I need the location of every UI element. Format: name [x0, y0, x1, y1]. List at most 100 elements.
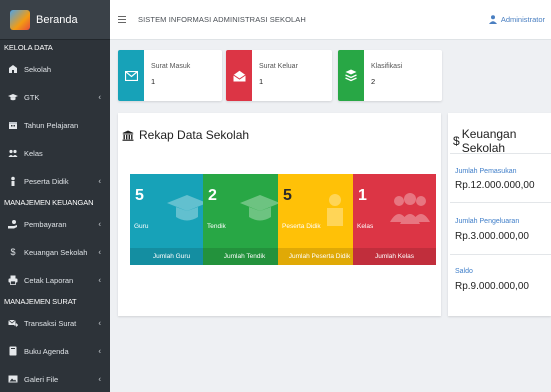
graduation-cap-icon — [167, 195, 207, 221]
card-value: 1 — [151, 77, 156, 86]
sidebar-item-label: Transaksi Surat — [24, 318, 77, 328]
student-icon — [11, 176, 15, 186]
book-icon — [9, 346, 17, 356]
mail-transaction-icon — [8, 319, 18, 327]
top-navbar: SISTEM INFORMASI ADMINISTRASI SEKOLAH Ad… — [110, 0, 551, 40]
section-manajemen-surat: MANAJEMEN SURAT — [4, 297, 77, 306]
card-label: Surat Masuk — [151, 63, 191, 70]
card-surat-masuk[interactable]: Surat Masuk 1 — [118, 50, 222, 101]
school-icon — [9, 65, 17, 73]
pengeluaran-label: Jumlah Pengeluaran — [455, 218, 520, 225]
stat-footer-link[interactable]: Jumlah Tendik — [203, 248, 286, 265]
sidebar-item-label: Pembayaran — [24, 219, 67, 229]
sidebar-item-label: Tahun Pelajaran — [24, 120, 79, 130]
sidebar-item-keuangan-sekolah[interactable]: $ Keuangan Sekolah ‹ — [0, 238, 110, 266]
sidebar-item-galeri-file[interactable]: Galeri File ‹ — [0, 365, 110, 392]
sidebar-item-label: Keuangan Sekolah — [24, 247, 88, 257]
hand-holding-dollar-icon — [8, 220, 17, 229]
users-icon — [8, 149, 18, 157]
pemasukan-value: Rp.12.000.000,00 — [455, 180, 535, 191]
user-icon — [488, 15, 497, 24]
card-surat-keluar[interactable]: Surat Keluar 1 — [226, 50, 332, 101]
chevron-left-icon: ‹ — [98, 374, 101, 384]
sidebar-brand[interactable]: Beranda — [0, 0, 110, 40]
user-name: Administrator — [500, 15, 545, 24]
sidebar-item-label: Galeri File — [24, 374, 59, 384]
section-kelola-data: KELOLA DATA — [4, 43, 53, 52]
app-title: SISTEM INFORMASI ADMINISTRASI SEKOLAH — [138, 15, 306, 24]
rekap-title: Rekap Data Sekolah — [122, 128, 249, 142]
sidebar-item-cetak-laporan[interactable]: Cetak Laporan ‹ — [0, 266, 110, 294]
stat-value: 1 — [358, 187, 367, 204]
pemasukan-label: Jumlah Pemasukan — [455, 168, 517, 175]
graduation-cap-icon — [240, 195, 280, 221]
card-value: 2 — [371, 77, 376, 86]
sidebar-item-tahun-pelajaran[interactable]: Tahun Pelajaran — [0, 111, 110, 139]
envelope-open-icon — [232, 70, 246, 81]
dollar-icon: $ — [453, 134, 460, 148]
card-label: Klasifikasi — [371, 63, 403, 70]
pengeluaran-value: Rp.3.000.000,00 — [455, 231, 529, 242]
stat-label: Tendik — [207, 223, 226, 230]
sidebar-item-transaksi-surat[interactable]: Transaksi Surat ‹ — [0, 309, 110, 337]
stat-value: 5 — [135, 187, 144, 204]
stat-footer-link[interactable]: Jumlah Guru — [130, 248, 213, 265]
stat-card-peserta-didik[interactable]: 5 Peserta Didik Jumlah Peserta Didik — [278, 174, 361, 265]
dollar-icon: $ — [10, 247, 16, 257]
print-icon — [8, 275, 18, 285]
card-klasifikasi[interactable]: Klasifikasi 2 — [338, 50, 442, 101]
card-icon-box — [118, 50, 144, 101]
gallery-icon — [8, 375, 18, 383]
stat-value: 5 — [283, 187, 292, 204]
hamburger-menu-icon[interactable] — [118, 16, 126, 23]
card-icon-box — [338, 50, 364, 101]
stat-footer-link[interactable]: Jumlah Peserta Didik — [278, 248, 361, 265]
divider — [450, 153, 551, 154]
divider — [450, 254, 551, 255]
sidebar-item-peserta-didik[interactable]: Peserta Didik ‹ — [0, 167, 110, 195]
stat-label: Guru — [134, 223, 149, 230]
chevron-left-icon: ‹ — [98, 219, 101, 229]
chevron-left-icon: ‹ — [98, 318, 101, 328]
sidebar-item-gtk[interactable]: GTK ‹ — [0, 83, 110, 111]
stat-card-kelas[interactable]: 1 Kelas Jumlah Kelas — [353, 174, 436, 265]
users-icon — [390, 193, 430, 224]
sidebar-item-sekolah[interactable]: Sekolah — [0, 55, 110, 83]
card-value: 1 — [259, 77, 264, 86]
rekap-title-text: Rekap Data Sekolah — [139, 128, 250, 142]
school-logo-icon — [10, 9, 30, 30]
keuangan-title-text: Keuangan Sekolah — [461, 127, 517, 155]
chevron-left-icon: ‹ — [98, 275, 101, 285]
sidebar-item-label: Kelas — [24, 148, 43, 158]
stat-card-guru[interactable]: 5 Guru Jumlah Guru — [130, 174, 213, 265]
section-manajemen-keuangan: MANAJEMEN KEUANGAN — [4, 198, 94, 207]
sidebar-item-label: Buku Agenda — [24, 346, 69, 356]
sidebar-item-pembayaran[interactable]: Pembayaran ‹ — [0, 210, 110, 238]
saldo-label: Saldo — [455, 268, 473, 275]
sidebar: Beranda KELOLA DATA Sekolah GTK ‹ Tahun … — [0, 0, 110, 392]
envelope-icon — [124, 70, 138, 81]
chevron-left-icon: ‹ — [98, 92, 101, 102]
student-icon — [327, 194, 343, 226]
stat-value: 2 — [208, 187, 217, 204]
card-icon-box — [226, 50, 252, 101]
sidebar-item-kelas[interactable]: Kelas — [0, 139, 110, 167]
stat-card-tendik[interactable]: 2 Tendik Jumlah Tendik — [203, 174, 286, 265]
stat-footer-link[interactable]: Jumlah Kelas — [353, 248, 436, 265]
user-menu[interactable]: Administrator — [488, 15, 545, 24]
chevron-left-icon: ‹ — [98, 346, 101, 356]
keuangan-title: $ Keuangan Sekolah — [453, 127, 551, 155]
sidebar-item-label: Cetak Laporan — [24, 275, 74, 285]
saldo-value: Rp.9.000.000,00 — [455, 281, 529, 292]
sidebar-item-label: Sekolah — [24, 64, 52, 74]
stat-label: Kelas — [357, 223, 374, 230]
chevron-left-icon: ‹ — [98, 176, 101, 186]
layers-icon — [345, 69, 357, 82]
card-label: Surat Keluar — [259, 63, 298, 70]
sidebar-item-label: Peserta Didik — [24, 176, 69, 186]
sidebar-item-label: GTK — [24, 92, 40, 102]
graduation-cap-icon — [8, 94, 18, 101]
divider — [450, 202, 551, 203]
sidebar-item-buku-agenda[interactable]: Buku Agenda ‹ — [0, 337, 110, 365]
school-building-icon — [122, 130, 134, 141]
